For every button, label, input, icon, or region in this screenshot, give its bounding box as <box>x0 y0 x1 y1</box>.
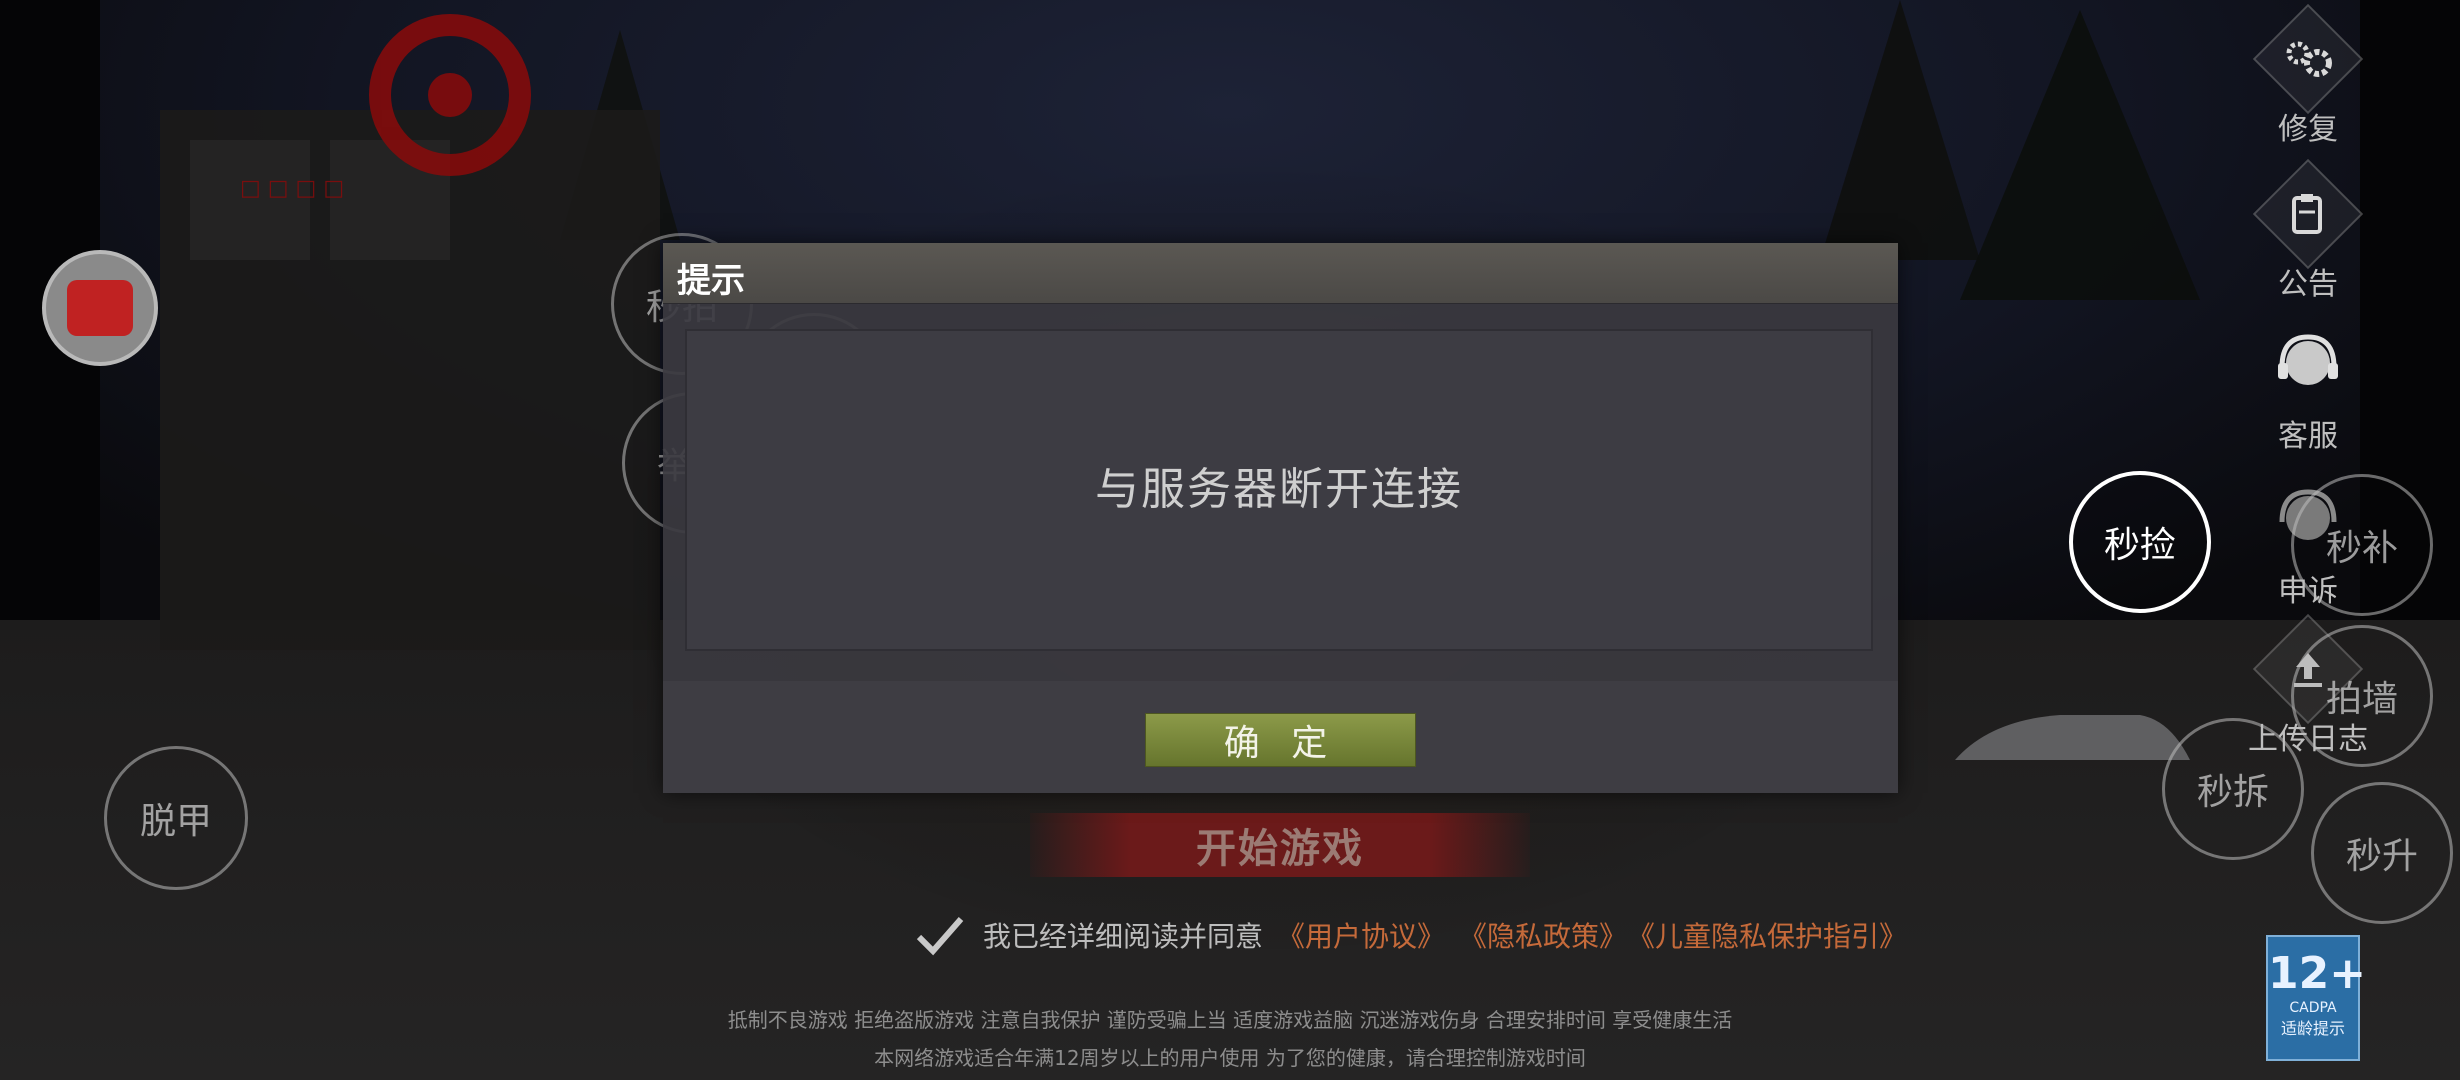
dialog-body: 与服务器断开连接 <box>685 329 1873 651</box>
remove-armor-button[interactable]: 脱甲 <box>104 746 248 890</box>
repair-item[interactable]: 修复 <box>2238 3 2378 148</box>
age-rating-caption: 适龄提示 <box>2280 1019 2345 1038</box>
customer-service-label: 客服 <box>2278 419 2338 454</box>
quick-rise-button[interactable]: 秒升 <box>2311 782 2453 924</box>
confirm-button[interactable]: 确 定 <box>1145 713 1416 767</box>
privacy-policy-link[interactable]: 《隐私政策》 <box>1459 915 1627 955</box>
headset-icon <box>2268 325 2348 405</box>
health-notice-line1: 抵制不良游戏 拒绝盗版游戏 注意自我保护 谨防受骗上当 适度游戏益脑 沉迷游戏伤… <box>727 1008 1733 1032</box>
clipboard-icon <box>2252 158 2364 270</box>
agreement-text: 我已经详细阅读并同意 <box>983 920 1264 953</box>
logo-mouth-icon <box>67 280 133 336</box>
dialog-title: 提示 <box>677 261 745 301</box>
quick-pickup-button[interactable]: 秒捡 <box>2069 471 2211 613</box>
age-rating-value: 12+ <box>2268 948 2367 999</box>
start-game-button[interactable]: 开始游戏 <box>1030 813 1530 877</box>
age-rating-org: CADPA <box>2289 1000 2337 1016</box>
dialog-header: 提示 <box>663 243 1898 304</box>
app-logo[interactable] <box>42 250 158 366</box>
quick-refill-button[interactable]: 秒补 <box>2291 474 2433 616</box>
announcement-item[interactable]: 公告 <box>2238 158 2378 303</box>
quick-dismantle-button[interactable]: 秒拆 <box>2162 718 2304 860</box>
customer-service-item[interactable]: 客服 <box>2238 325 2378 455</box>
age-rating-badge: 12+ CADPA 适龄提示 <box>2266 935 2367 1061</box>
checkmark-icon[interactable] <box>915 913 965 957</box>
agreement-row: 我已经详细阅读并同意 《用户协议》 《隐私政策》 《儿童隐私保护指引》 <box>915 910 1907 960</box>
disconnect-dialog: 提示 与服务器断开连接 确 定 <box>663 243 1898 793</box>
wall-snap-button[interactable]: 拍墙 <box>2291 625 2433 767</box>
user-agreement-link[interactable]: 《用户协议》 <box>1277 915 1445 955</box>
health-notice-line2: 本网络游戏适合年满12周岁以上的用户使用 为了您的健康，请合理控制游戏时间 <box>874 1046 1586 1070</box>
dialog-message: 与服务器断开连接 <box>1095 464 1463 515</box>
svg-text:□ □ □ □: □ □ □ □ <box>240 176 344 201</box>
gear-icon <box>2252 3 2364 115</box>
child-privacy-link[interactable]: 《儿童隐私保护指引》 <box>1627 915 1907 955</box>
